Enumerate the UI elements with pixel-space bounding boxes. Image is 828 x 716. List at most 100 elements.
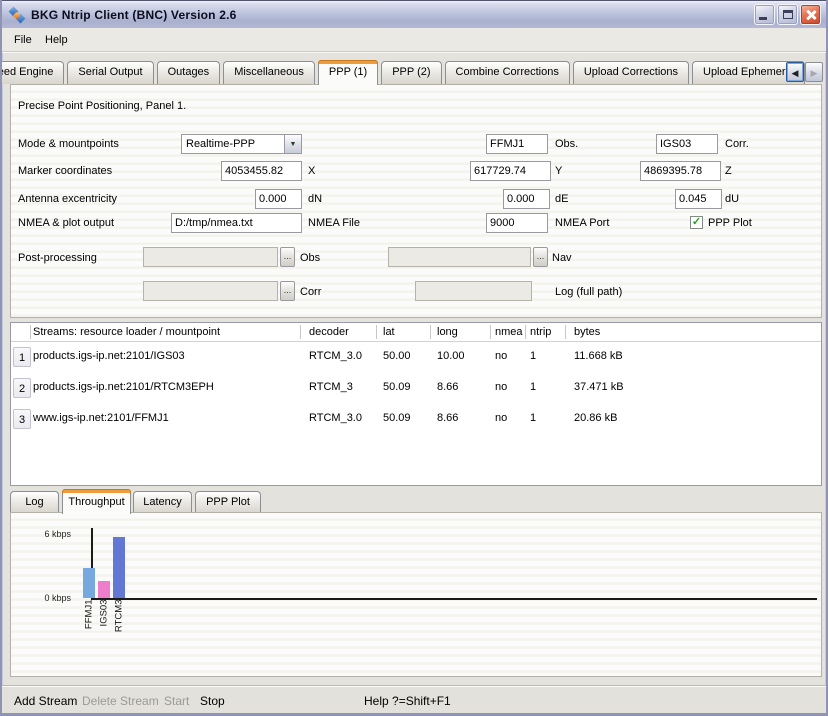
obs-label: Obs. <box>555 138 578 150</box>
cell-nmea: no <box>495 381 507 393</box>
cell-long: 8.66 <box>437 412 458 424</box>
cell-decoder: RTCM_3.0 <box>309 412 362 424</box>
cell-bytes: 20.86 kB <box>574 412 617 424</box>
throughput-panel: 6 kbps 0 kbps FFMJ1 IGS03 RTCM3 <box>10 512 822 677</box>
antenna-du-input[interactable] <box>675 189 722 209</box>
mode-combo[interactable]: Realtime-PPP ▼ <box>181 134 302 154</box>
row-header: 1 <box>13 347 31 367</box>
post-processing-label: Post-processing <box>18 252 97 264</box>
post-nav-label: Nav <box>552 252 572 264</box>
antenna-de-input[interactable] <box>503 189 550 209</box>
tab-combine-corrections[interactable]: Combine Corrections <box>445 61 570 84</box>
post-log-label: Log (full path) <box>555 286 622 298</box>
bar-ffmj1 <box>83 568 95 598</box>
minimize-icon <box>759 17 767 20</box>
col-header-nmea: nmea <box>495 326 523 338</box>
row-header: 2 <box>13 378 31 398</box>
mode-mountpoints-label: Mode & mountpoints <box>18 138 119 150</box>
tab-scroll-right-button[interactable]: ▶ <box>805 62 823 82</box>
tab-outages[interactable]: Outages <box>157 61 221 84</box>
post-corr-input[interactable] <box>143 281 278 301</box>
corr-label: Corr. <box>725 138 749 150</box>
tab-ppp-1[interactable]: PPP (1) <box>318 60 378 85</box>
bar-label-ffmj1: FFMJ1 <box>84 600 95 640</box>
bar-rtcm3 <box>113 537 125 598</box>
antenna-de-label: dE <box>555 193 568 205</box>
menu-file[interactable]: File <box>10 33 36 47</box>
nmea-port-input[interactable] <box>486 213 548 233</box>
obs-mountpoint-input[interactable] <box>486 134 548 154</box>
tab-miscellaneous[interactable]: Miscellaneous <box>223 61 315 84</box>
cell-lat: 50.00 <box>383 350 411 362</box>
add-stream-button[interactable]: Add Stream <box>14 694 77 708</box>
cell-lat: 50.09 <box>383 412 411 424</box>
marker-y-input[interactable] <box>470 161 551 181</box>
stop-button[interactable]: Stop <box>200 694 225 708</box>
tab-throughput[interactable]: Throughput <box>62 489 131 514</box>
post-obs-label: Obs <box>300 252 320 264</box>
tab-scroll-left-button[interactable]: ◀ <box>786 62 804 82</box>
cell-long: 8.66 <box>437 381 458 393</box>
col-header-decoder: decoder <box>309 326 349 338</box>
mode-combo-value: Realtime-PPP <box>185 138 284 150</box>
marker-x-input[interactable] <box>221 161 302 181</box>
marker-coordinates-label: Marker coordinates <box>18 165 112 177</box>
antenna-du-label: dU <box>725 193 739 205</box>
post-log-input[interactable] <box>415 281 532 301</box>
tab-ppp-plot[interactable]: PPP Plot <box>195 491 261 513</box>
menu-help[interactable]: Help <box>41 33 72 47</box>
antenna-dn-label: dN <box>308 193 322 205</box>
tab-latency[interactable]: Latency <box>133 491 192 513</box>
minimize-button[interactable] <box>754 4 775 25</box>
cell-lat: 50.09 <box>383 381 411 393</box>
tab-serial-output[interactable]: Serial Output <box>67 61 153 84</box>
nmea-file-input[interactable] <box>171 213 302 233</box>
marker-x-label: X <box>308 165 315 177</box>
streams-table: Streams: resource loader / mountpoint de… <box>10 322 822 486</box>
ppp-plot-checkbox[interactable]: ✓ <box>690 216 703 229</box>
col-header-ntrip: ntrip <box>530 326 551 338</box>
post-nav-browse-button[interactable]: ... <box>533 247 548 267</box>
col-header-bytes: bytes <box>574 326 600 338</box>
checkbox-check-icon: ✓ <box>692 217 701 228</box>
tab-log[interactable]: Log <box>10 491 59 513</box>
antenna-excentricity-label: Antenna excentricity <box>18 193 117 205</box>
marker-y-label: Y <box>555 165 562 177</box>
cell-ntrip: 1 <box>530 381 536 393</box>
cell-mountpoint: products.igs-ip.net:2101/IGS03 <box>33 350 185 362</box>
bottom-button-bar: Add Stream Delete Stream Start Stop Help… <box>2 685 826 713</box>
titlebar: BKG Ntrip Client (BNC) Version 2.6 <box>2 0 826 28</box>
row-header: 3 <box>13 409 31 429</box>
start-button[interactable]: Start <box>164 694 189 708</box>
post-corr-browse-button[interactable]: ... <box>280 281 295 301</box>
bar-label-igs03: IGS03 <box>99 600 110 640</box>
post-nav-input[interactable] <box>388 247 531 267</box>
cell-nmea: no <box>495 350 507 362</box>
close-button[interactable] <box>800 4 821 25</box>
post-obs-input[interactable] <box>143 247 278 267</box>
marker-z-input[interactable] <box>640 161 721 181</box>
throughput-chart <box>11 513 821 598</box>
cell-mountpoint: www.igs-ip.net:2101/FFMJ1 <box>33 412 169 424</box>
delete-stream-button[interactable]: Delete Stream <box>82 694 159 708</box>
app-icon <box>9 7 25 23</box>
tab-feed-engine[interactable]: Feed Engine <box>2 61 64 84</box>
cell-ntrip: 1 <box>530 350 536 362</box>
menubar: File Help <box>2 28 826 52</box>
post-corr-label: Corr <box>300 286 321 298</box>
chevron-down-icon[interactable]: ▼ <box>284 135 301 153</box>
antenna-dn-input[interactable] <box>255 189 302 209</box>
bar-igs03 <box>98 581 110 598</box>
post-obs-browse-button[interactable]: ... <box>280 247 295 267</box>
maximize-button[interactable] <box>777 4 798 25</box>
marker-z-label: Z <box>725 165 732 177</box>
nmea-plot-output-label: NMEA & plot output <box>18 217 114 229</box>
corr-mountpoint-input[interactable] <box>656 134 718 154</box>
ppp-panel: Precise Point Positioning, Panel 1. Mode… <box>10 84 822 318</box>
window-title: BKG Ntrip Client (BNC) Version 2.6 <box>31 8 237 22</box>
tab-ppp-2[interactable]: PPP (2) <box>381 61 441 84</box>
cell-bytes: 11.668 kB <box>574 350 623 362</box>
col-header-lat: lat <box>383 326 395 338</box>
tab-upload-corrections[interactable]: Upload Corrections <box>573 61 689 84</box>
bnc-window: BKG Ntrip Client (BNC) Version 2.6 File … <box>0 0 828 716</box>
